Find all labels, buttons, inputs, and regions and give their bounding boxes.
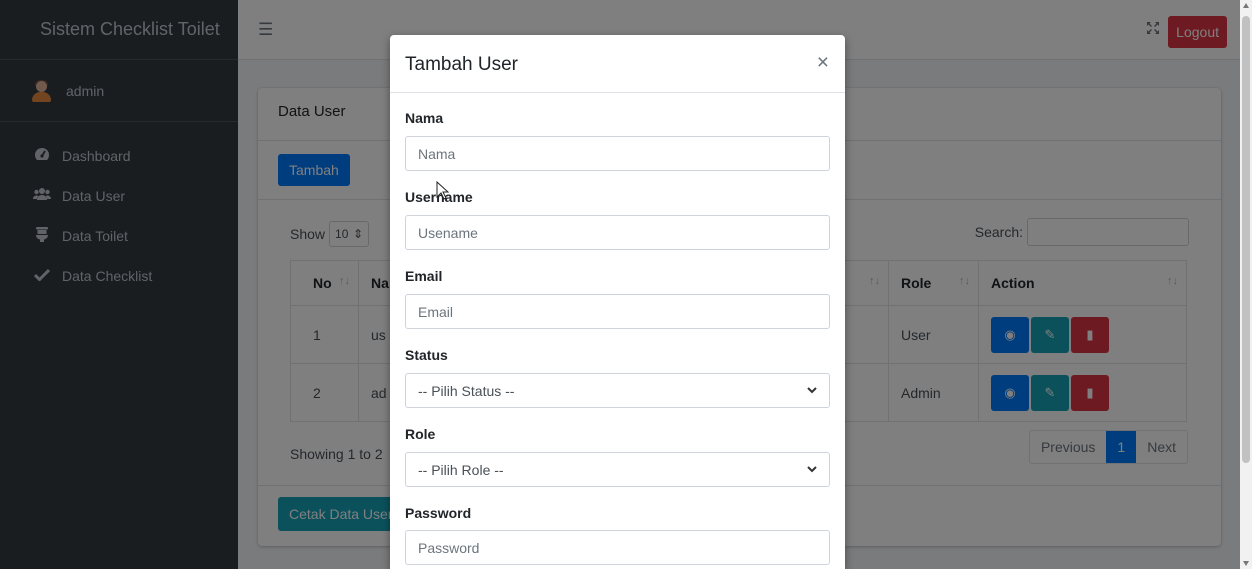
- page-scrollbar[interactable]: [1240, 0, 1252, 569]
- email-label: Email: [405, 268, 443, 284]
- password-label: Password: [405, 505, 472, 521]
- mouse-cursor-icon: [436, 181, 450, 200]
- scroll-thumb[interactable]: [1242, 16, 1250, 463]
- role-label: Role: [405, 426, 436, 442]
- modal-title: Tambah User: [405, 54, 518, 75]
- nama-input[interactable]: Nama: [405, 136, 830, 171]
- role-select[interactable]: -- Pilih Role --: [405, 452, 830, 487]
- scroll-down-icon[interactable]: [1243, 561, 1249, 566]
- scroll-up-icon[interactable]: [1243, 3, 1249, 8]
- close-icon[interactable]: ×: [817, 52, 829, 73]
- chevron-down-icon: [807, 385, 817, 397]
- email-input[interactable]: Email: [405, 294, 830, 329]
- password-input[interactable]: Password: [405, 530, 830, 565]
- status-label: Status: [405, 347, 448, 363]
- nama-label: Nama: [405, 110, 444, 126]
- role-select-value: -- Pilih Role --: [418, 461, 504, 478]
- chevron-down-icon: [807, 464, 817, 476]
- add-user-modal: Tambah User × Nama Nama Username Usename…: [390, 35, 845, 569]
- status-select[interactable]: -- Pilih Status --: [405, 373, 830, 408]
- username-input[interactable]: Usename: [405, 215, 830, 250]
- divider: [390, 92, 845, 93]
- status-select-value: -- Pilih Status --: [418, 382, 515, 399]
